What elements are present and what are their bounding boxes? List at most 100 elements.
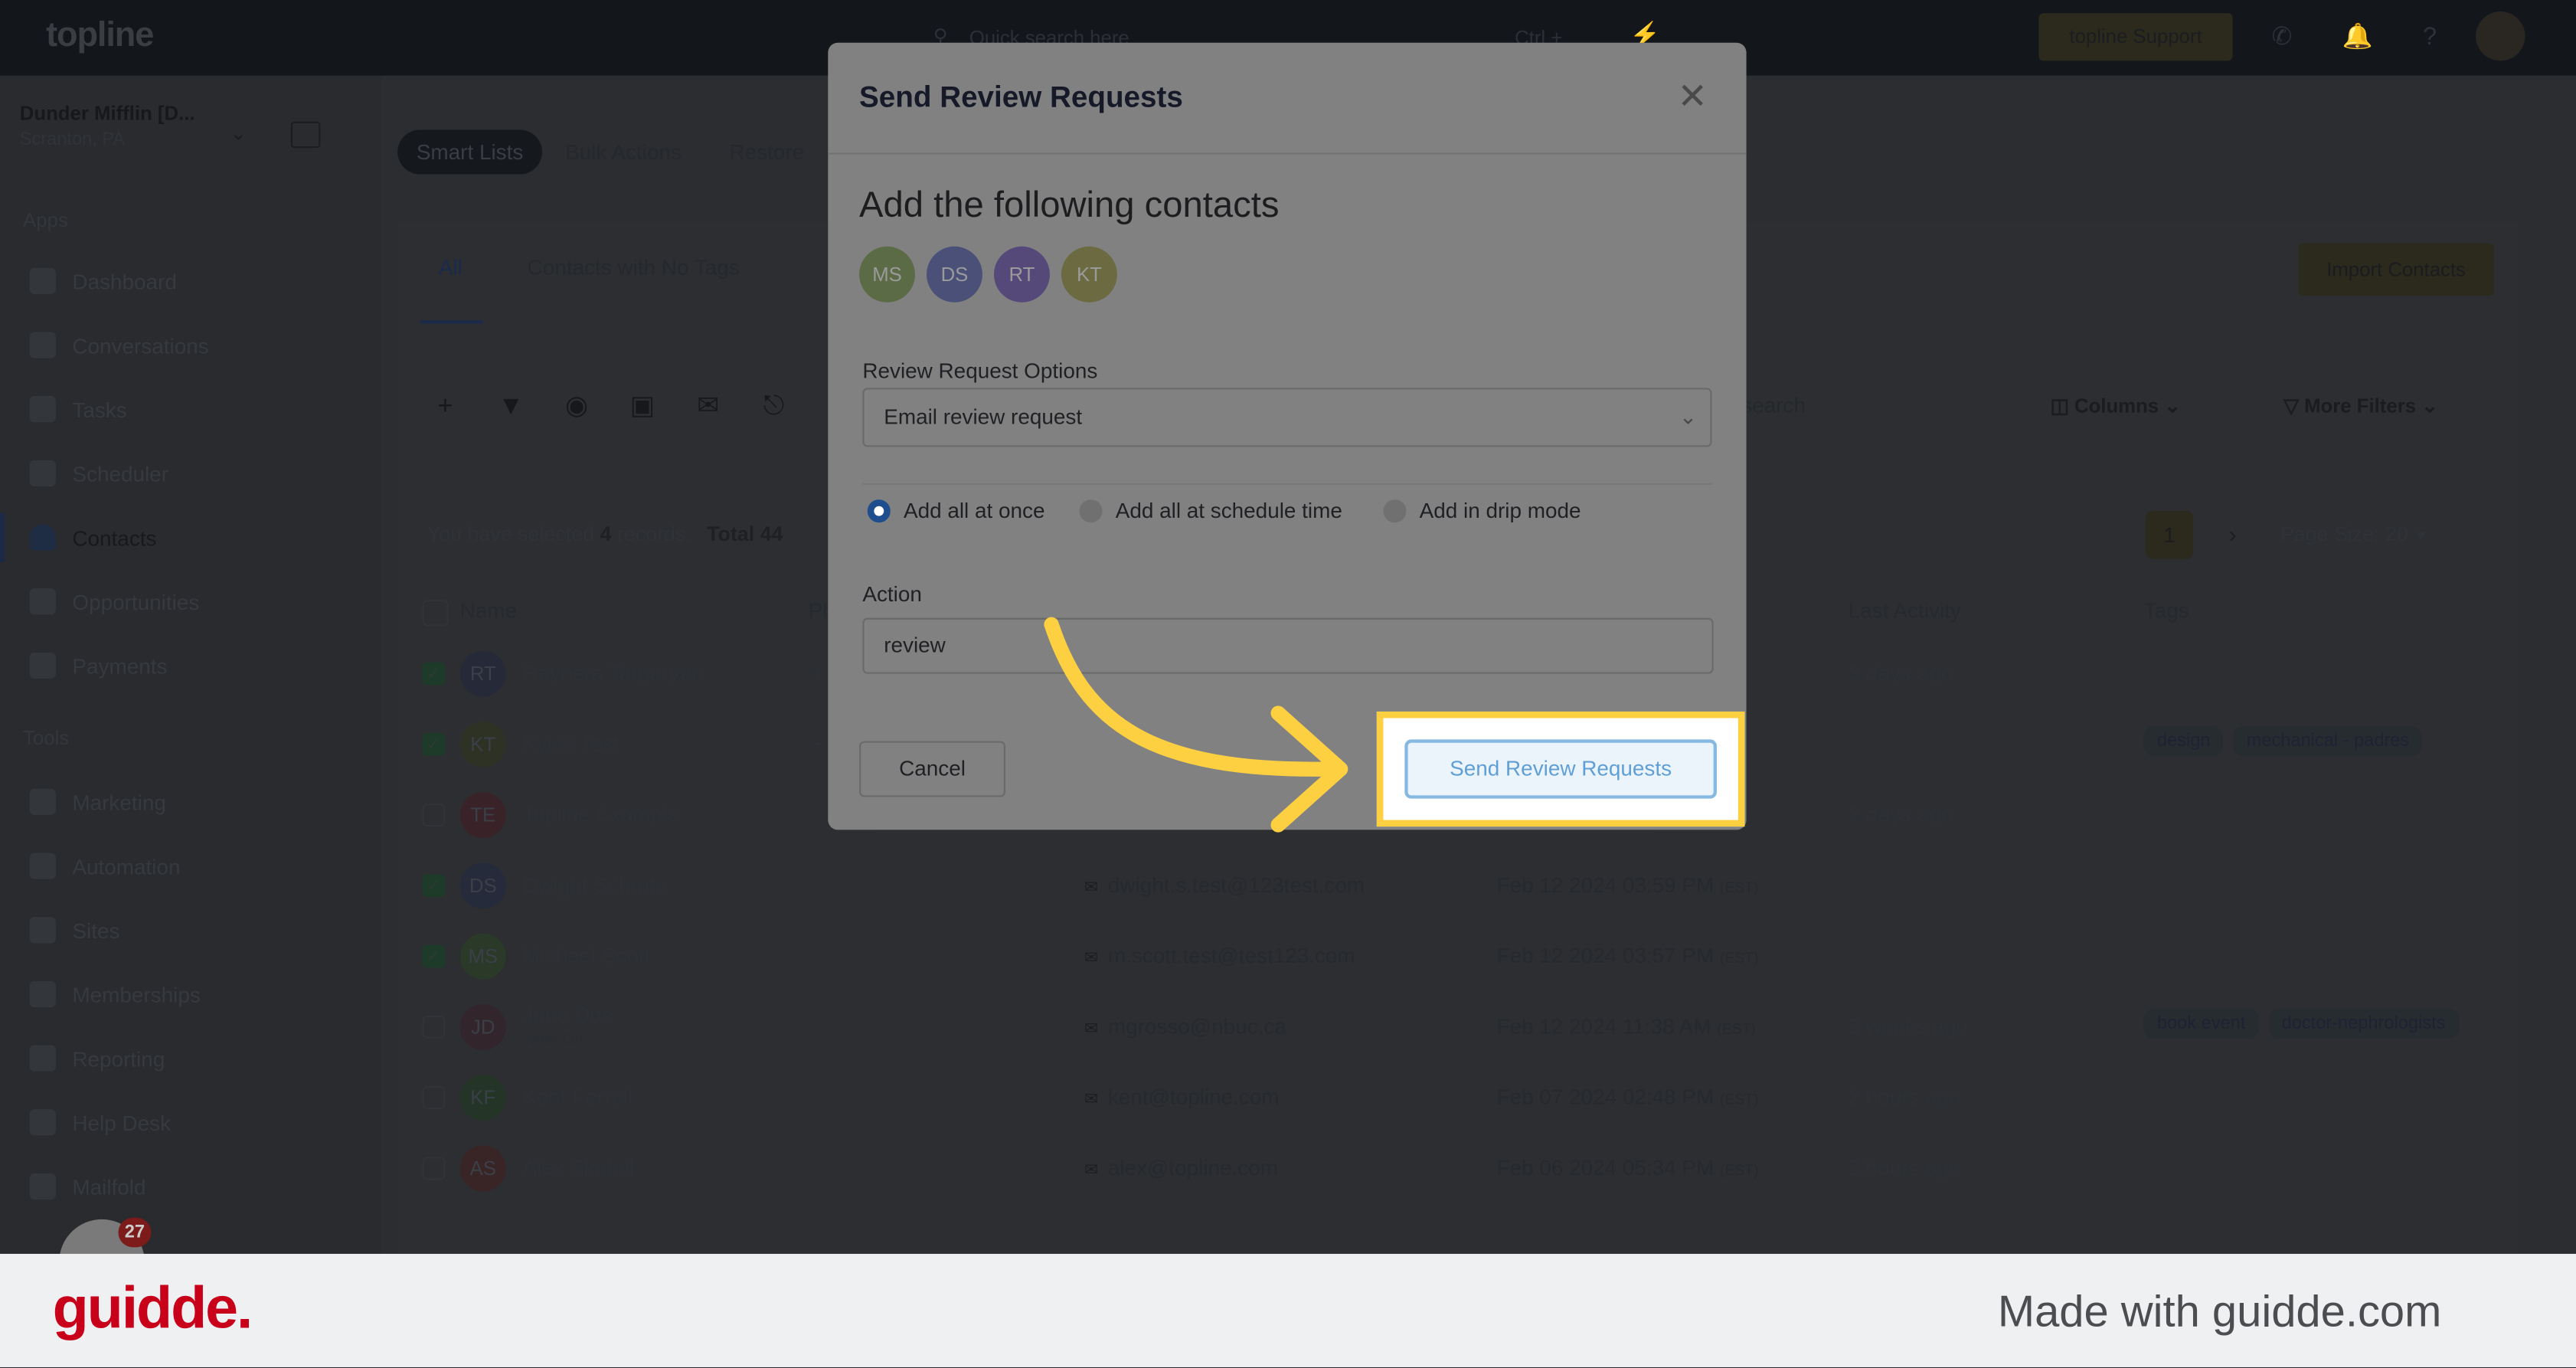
contacts-search-input[interactable]: search	[1741, 381, 2004, 430]
table-row[interactable]: JD Jane Doe Jane Do ✉ mgrosso@nbuc.ca Feb 12 …	[410, 993, 2513, 1063]
row-checkbox[interactable]: ✓	[422, 732, 446, 756]
chevron-down-icon[interactable]: ⌄	[230, 122, 247, 145]
tab-all[interactable]: All	[439, 255, 463, 280]
more-filters-button[interactable]: ▽ More Filters ⌄	[2257, 381, 2487, 430]
contact-name[interactable]: Topline Example	[522, 802, 679, 826]
row-checkbox[interactable]: ✓	[422, 874, 446, 898]
account-switcher[interactable]: Dunder Mifflin [D... Scranton, PA	[20, 102, 266, 168]
sidebar-item-conversations[interactable]: Conversations	[29, 327, 358, 363]
contact-name[interactable]: Alex Skatell	[522, 1155, 634, 1180]
sidebar-item-label: Memberships	[72, 981, 201, 1007]
bell-icon[interactable]: 🔔	[2332, 13, 2381, 62]
table-row[interactable]: KF Kent Ferrell ✉ kent@topline.com Feb 07 20…	[410, 1063, 2513, 1134]
sidebar-item-label: Scheduler	[72, 460, 169, 486]
tag[interactable]: book event	[2143, 1009, 2259, 1039]
contact-name[interactable]: Michael Scott	[522, 943, 650, 967]
radio-button[interactable]	[867, 499, 891, 522]
add-tag-icon[interactable]: ⎋	[749, 383, 798, 432]
contact-name[interactable]: Kyles Test	[522, 731, 619, 756]
page-1-button[interactable]: 1	[2145, 511, 2194, 559]
tab-bulk-actions[interactable]: Bulk Actions	[565, 139, 682, 164]
sidebar-item-label: Automation	[72, 853, 181, 879]
sidebar-item-reporting[interactable]: Reporting	[29, 1040, 358, 1076]
sidebar-item-dashboard[interactable]: Dashboard	[29, 263, 358, 299]
radio-option[interactable]: Add in drip mode	[1383, 498, 1581, 522]
phone-icon[interactable]: ✆	[2257, 13, 2306, 62]
help-icon[interactable]: ?	[2405, 13, 2454, 62]
caret-down-icon: ▼	[2414, 527, 2429, 545]
created-date: Feb 12 2024 03:57 PM (EST)	[1496, 943, 1758, 967]
contact-name[interactable]: Kent Ferrell	[522, 1085, 633, 1109]
active-tab-underline	[420, 320, 483, 324]
row-checkbox[interactable]: ✓	[422, 944, 446, 968]
sidebar-item-contacts[interactable]: Contacts	[29, 519, 358, 555]
robot-icon[interactable]: ◉	[552, 383, 601, 432]
next-page-icon[interactable]: ›	[2212, 511, 2254, 558]
row-checkbox[interactable]	[422, 803, 446, 827]
sidebar-item-automation[interactable]: Automation	[29, 848, 358, 884]
timezone: (EST)	[1717, 1020, 1756, 1037]
sidebar-item-label: Conversations	[72, 332, 209, 358]
row-checkbox[interactable]	[422, 1157, 446, 1180]
review-request-options-select[interactable]: Email review request ⌄	[862, 388, 1712, 447]
contact-name[interactable]: Jane Doe	[522, 1003, 613, 1027]
table-row[interactable]: AS Alex Skatell ✉ alex@topline.com Feb 06 20…	[410, 1134, 2513, 1204]
columns-label: Columns	[2074, 394, 2159, 417]
tab-smart-lists[interactable]: Smart Lists	[397, 129, 542, 175]
contact-name[interactable]: Raynera Targaryen	[522, 660, 704, 685]
sidebar-item-marketing[interactable]: Marketing	[29, 784, 358, 820]
radio-button[interactable]	[1079, 499, 1103, 522]
header-name[interactable]: Name	[460, 598, 517, 623]
dashboard-icon	[29, 267, 56, 295]
collapse-sidebar-icon[interactable]	[290, 121, 321, 149]
sidebar-item-sites[interactable]: Sites	[29, 912, 358, 948]
filter-icon[interactable]: ▼	[486, 383, 535, 432]
close-icon[interactable]: ✕	[1677, 76, 1708, 119]
sidebar-item-memberships[interactable]: Memberships	[29, 976, 358, 1012]
email-text: dwight.s.test@123test.com	[1107, 872, 1365, 898]
divider	[862, 483, 1712, 485]
sidebar-item-label: Payments	[72, 653, 168, 678]
table-row[interactable]: ✓ MS Michael Scott ✉ m.scott.test@test123.co…	[410, 922, 2513, 993]
mail-icon: ✉	[1084, 879, 1098, 898]
screen: topline ⚲ Quick search here Ctrl + K ⚡ t…	[0, 0, 2576, 1367]
tag[interactable]: mechanical - padres	[2233, 726, 2423, 756]
tab-no-tags[interactable]: Contacts with No Tags	[528, 255, 740, 280]
active-indicator	[0, 512, 5, 562]
page-size-select[interactable]: Page Size: 20 ▼	[2280, 522, 2429, 545]
user-avatar[interactable]	[2476, 11, 2525, 61]
row-checkbox[interactable]	[422, 1015, 446, 1039]
sidebar-item-scheduler[interactable]: Scheduler	[29, 455, 358, 491]
support-button[interactable]: topline Support	[2038, 13, 2233, 61]
reporting-icon	[29, 1045, 56, 1072]
created-date: Feb 12 2024 11:38 AM (EST)	[1496, 1014, 1755, 1039]
table-row[interactable]: ✓ DS Dwight Schrute ✉ dwight.s.test@123test.…	[410, 851, 2513, 921]
contact-email: ✉ kent@topline.com	[1084, 1085, 1280, 1109]
email-icon[interactable]: ✉	[683, 383, 732, 432]
contact-name[interactable]: Dwight Schrute	[522, 872, 667, 897]
row-checkbox[interactable]	[422, 1086, 446, 1110]
sidebar-item-help-desk[interactable]: Help Desk	[29, 1105, 358, 1141]
radio-option[interactable]: Add all at once	[867, 498, 1045, 522]
tag[interactable]: design	[2143, 726, 2224, 756]
sidebar-item-tasks[interactable]: Tasks	[29, 391, 358, 427]
select-all-checkbox[interactable]	[422, 600, 449, 627]
header-last-activity[interactable]: Last Activity	[1849, 598, 1961, 623]
import-contacts-button[interactable]: Import Contacts	[2298, 243, 2494, 296]
tab-restore[interactable]: Restore	[730, 139, 805, 164]
radio-option[interactable]: Add all at schedule time	[1079, 498, 1342, 522]
add-icon[interactable]: +	[420, 383, 469, 432]
row-checkbox[interactable]: ✓	[422, 662, 446, 686]
guidde-footer: guidde. Made with guidde.com	[0, 1253, 2576, 1367]
cancel-button[interactable]: Cancel	[859, 741, 1005, 797]
sidebar-item-mailfold[interactable]: Mailfold	[29, 1168, 358, 1204]
radio-button[interactable]	[1383, 499, 1407, 522]
send-review-requests-button[interactable]: Send Review Requests	[1404, 739, 1717, 799]
tag[interactable]: doctor-nephrologists	[2268, 1009, 2459, 1039]
sidebar-item-payments[interactable]: Payments	[29, 647, 358, 683]
sidebar-item-opportunities[interactable]: Opportunities	[29, 584, 358, 620]
message-icon[interactable]: ▣	[618, 383, 667, 432]
columns-button[interactable]: ◫ Columns ⌄	[2024, 381, 2218, 430]
account-name: Dunder Mifflin [D...	[19, 102, 195, 126]
created-date: Feb 06 2024 05:34 PM (EST)	[1496, 1155, 1758, 1180]
